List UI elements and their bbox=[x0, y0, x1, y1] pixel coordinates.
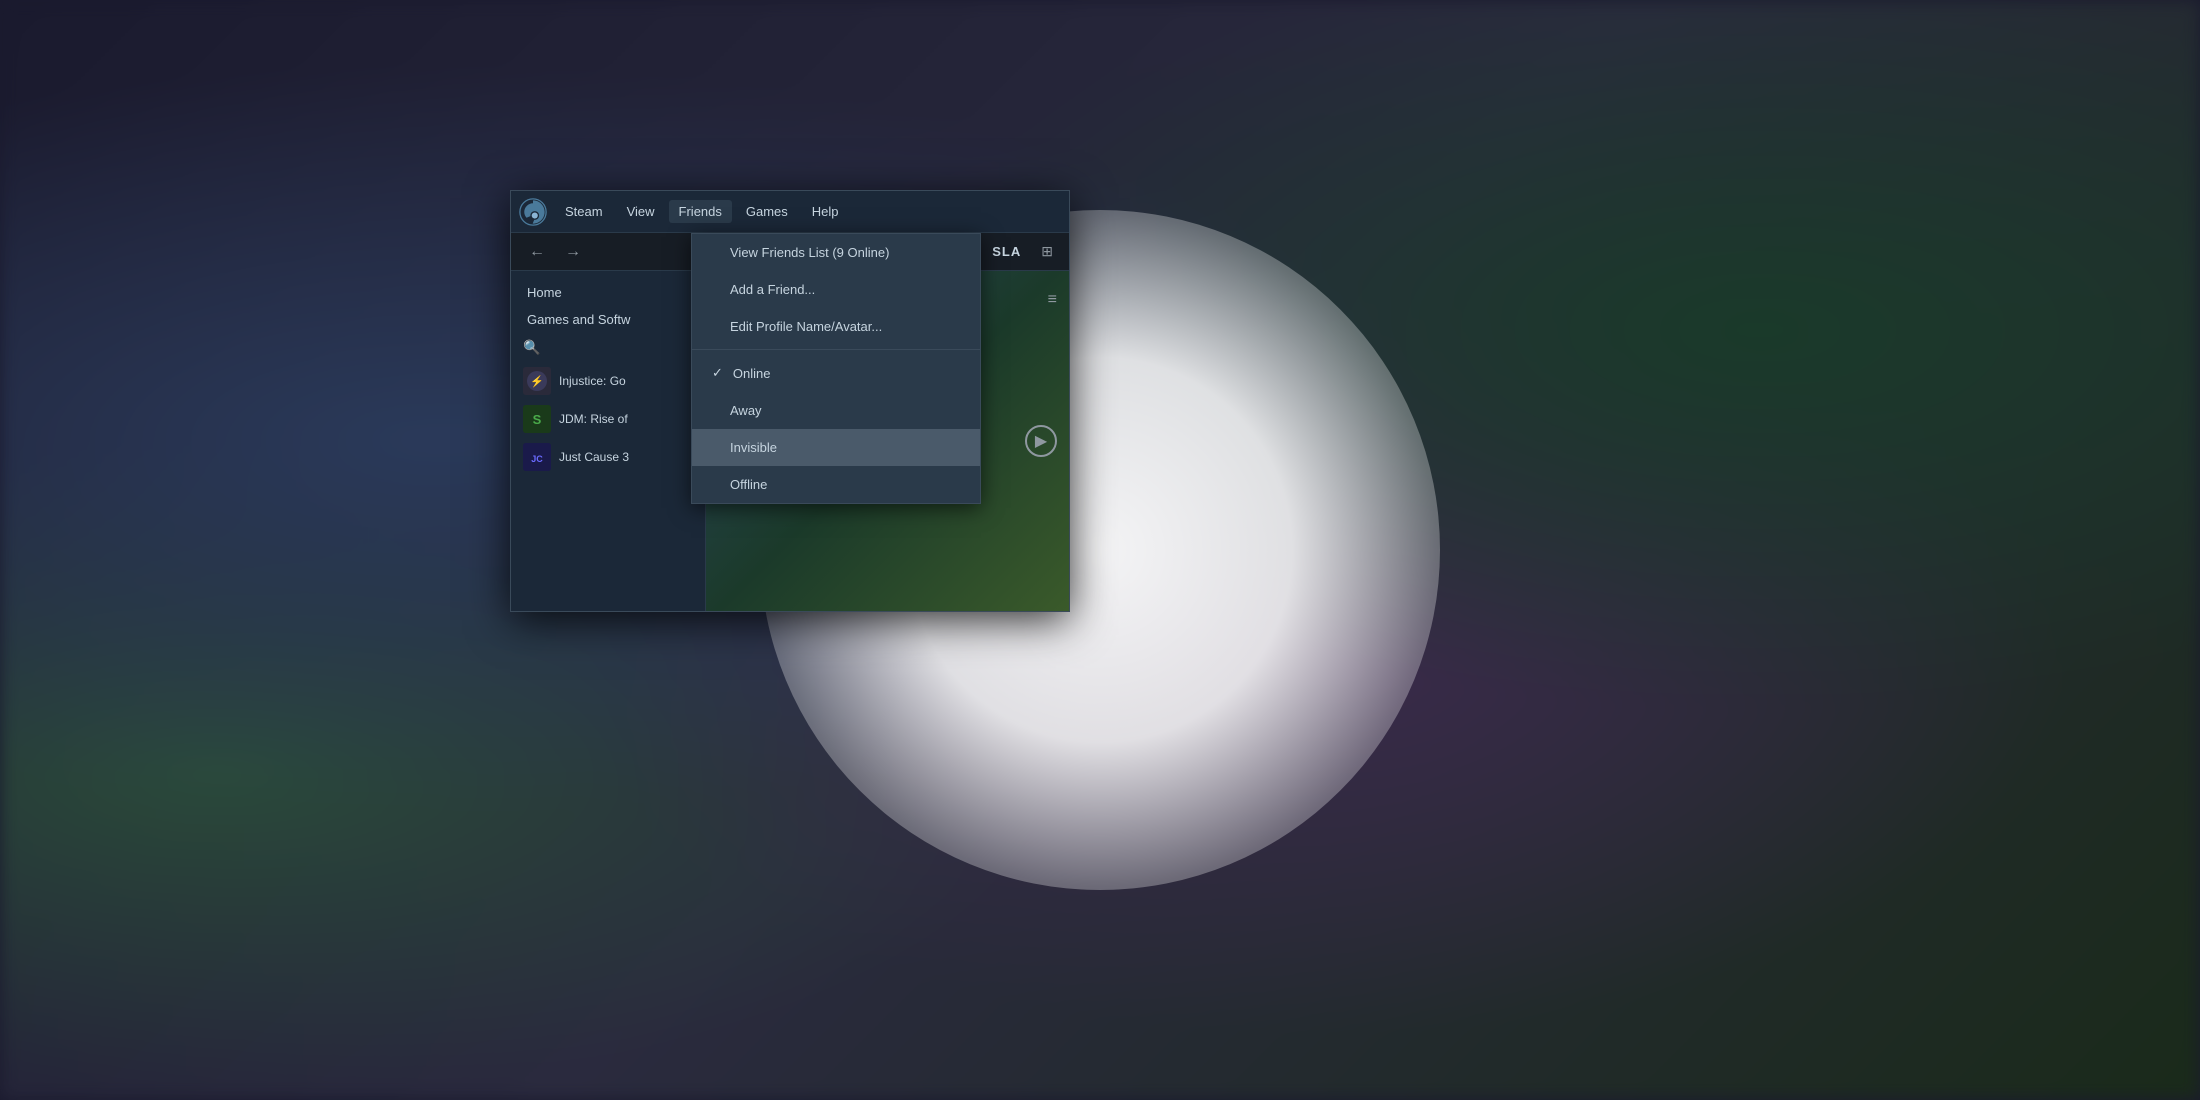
game-item-jdm[interactable]: S JDM: Rise of bbox=[511, 400, 705, 438]
menu-steam[interactable]: Steam bbox=[555, 200, 613, 223]
svg-text:⚡: ⚡ bbox=[530, 375, 544, 388]
svg-text:JC: JC bbox=[531, 454, 543, 464]
play-button[interactable]: ▶ bbox=[1025, 425, 1057, 457]
menu-bar: Steam View Friends Games Help bbox=[511, 191, 1069, 233]
menu-help[interactable]: Help bbox=[802, 200, 849, 223]
game-icon-justcause: JC bbox=[523, 443, 551, 471]
friends-dropdown: View Friends List (9 Online) Add a Frien… bbox=[691, 233, 981, 504]
background-blur bbox=[0, 0, 2200, 1100]
game-name-injustice: Injustice: Go bbox=[559, 374, 626, 388]
nav-sla: SLA bbox=[984, 244, 1029, 259]
back-button[interactable]: ← bbox=[523, 241, 551, 263]
dropdown-away[interactable]: Away bbox=[692, 392, 980, 429]
sidebar-search-container: 🔍 bbox=[511, 333, 705, 362]
grid-view-icon[interactable]: ⊞ bbox=[1037, 241, 1057, 262]
game-name-justcause: Just Cause 3 bbox=[559, 450, 629, 464]
menu-friends[interactable]: Friends bbox=[669, 200, 732, 223]
dropdown-online[interactable]: Online bbox=[692, 354, 980, 392]
game-icon-injustice: ⚡ bbox=[523, 367, 551, 395]
sidebar-home[interactable]: Home bbox=[511, 279, 705, 306]
game-item-injustice[interactable]: ⚡ Injustice: Go bbox=[511, 362, 705, 400]
game-item-justcause[interactable]: JC Just Cause 3 bbox=[511, 438, 705, 476]
dropdown-invisible[interactable]: Invisible bbox=[692, 429, 980, 466]
sidebar: Home Games and Softw 🔍 ⚡ Injustice: Go bbox=[511, 271, 706, 611]
forward-button[interactable]: → bbox=[559, 241, 587, 263]
menu-view[interactable]: View bbox=[617, 200, 665, 223]
dropdown-divider-1 bbox=[692, 349, 980, 350]
game-icon-jdm: S bbox=[523, 405, 551, 433]
menu-games[interactable]: Games bbox=[736, 200, 798, 223]
dropdown-edit-profile[interactable]: Edit Profile Name/Avatar... bbox=[692, 308, 980, 345]
steam-window: Steam View Friends Games Help ← → STOR N… bbox=[510, 190, 1070, 612]
search-icon: 🔍 bbox=[523, 339, 540, 356]
sidebar-games-software[interactable]: Games and Softw bbox=[511, 306, 705, 333]
dropdown-offline[interactable]: Offline bbox=[692, 466, 980, 503]
game-name-jdm: JDM: Rise of bbox=[559, 412, 628, 426]
dropdown-add-friend[interactable]: Add a Friend... bbox=[692, 271, 980, 308]
svg-text:S: S bbox=[533, 412, 542, 427]
list-icon[interactable]: ≡ bbox=[1048, 291, 1057, 309]
dropdown-view-friends[interactable]: View Friends List (9 Online) bbox=[692, 234, 980, 271]
steam-logo-icon bbox=[519, 198, 547, 226]
